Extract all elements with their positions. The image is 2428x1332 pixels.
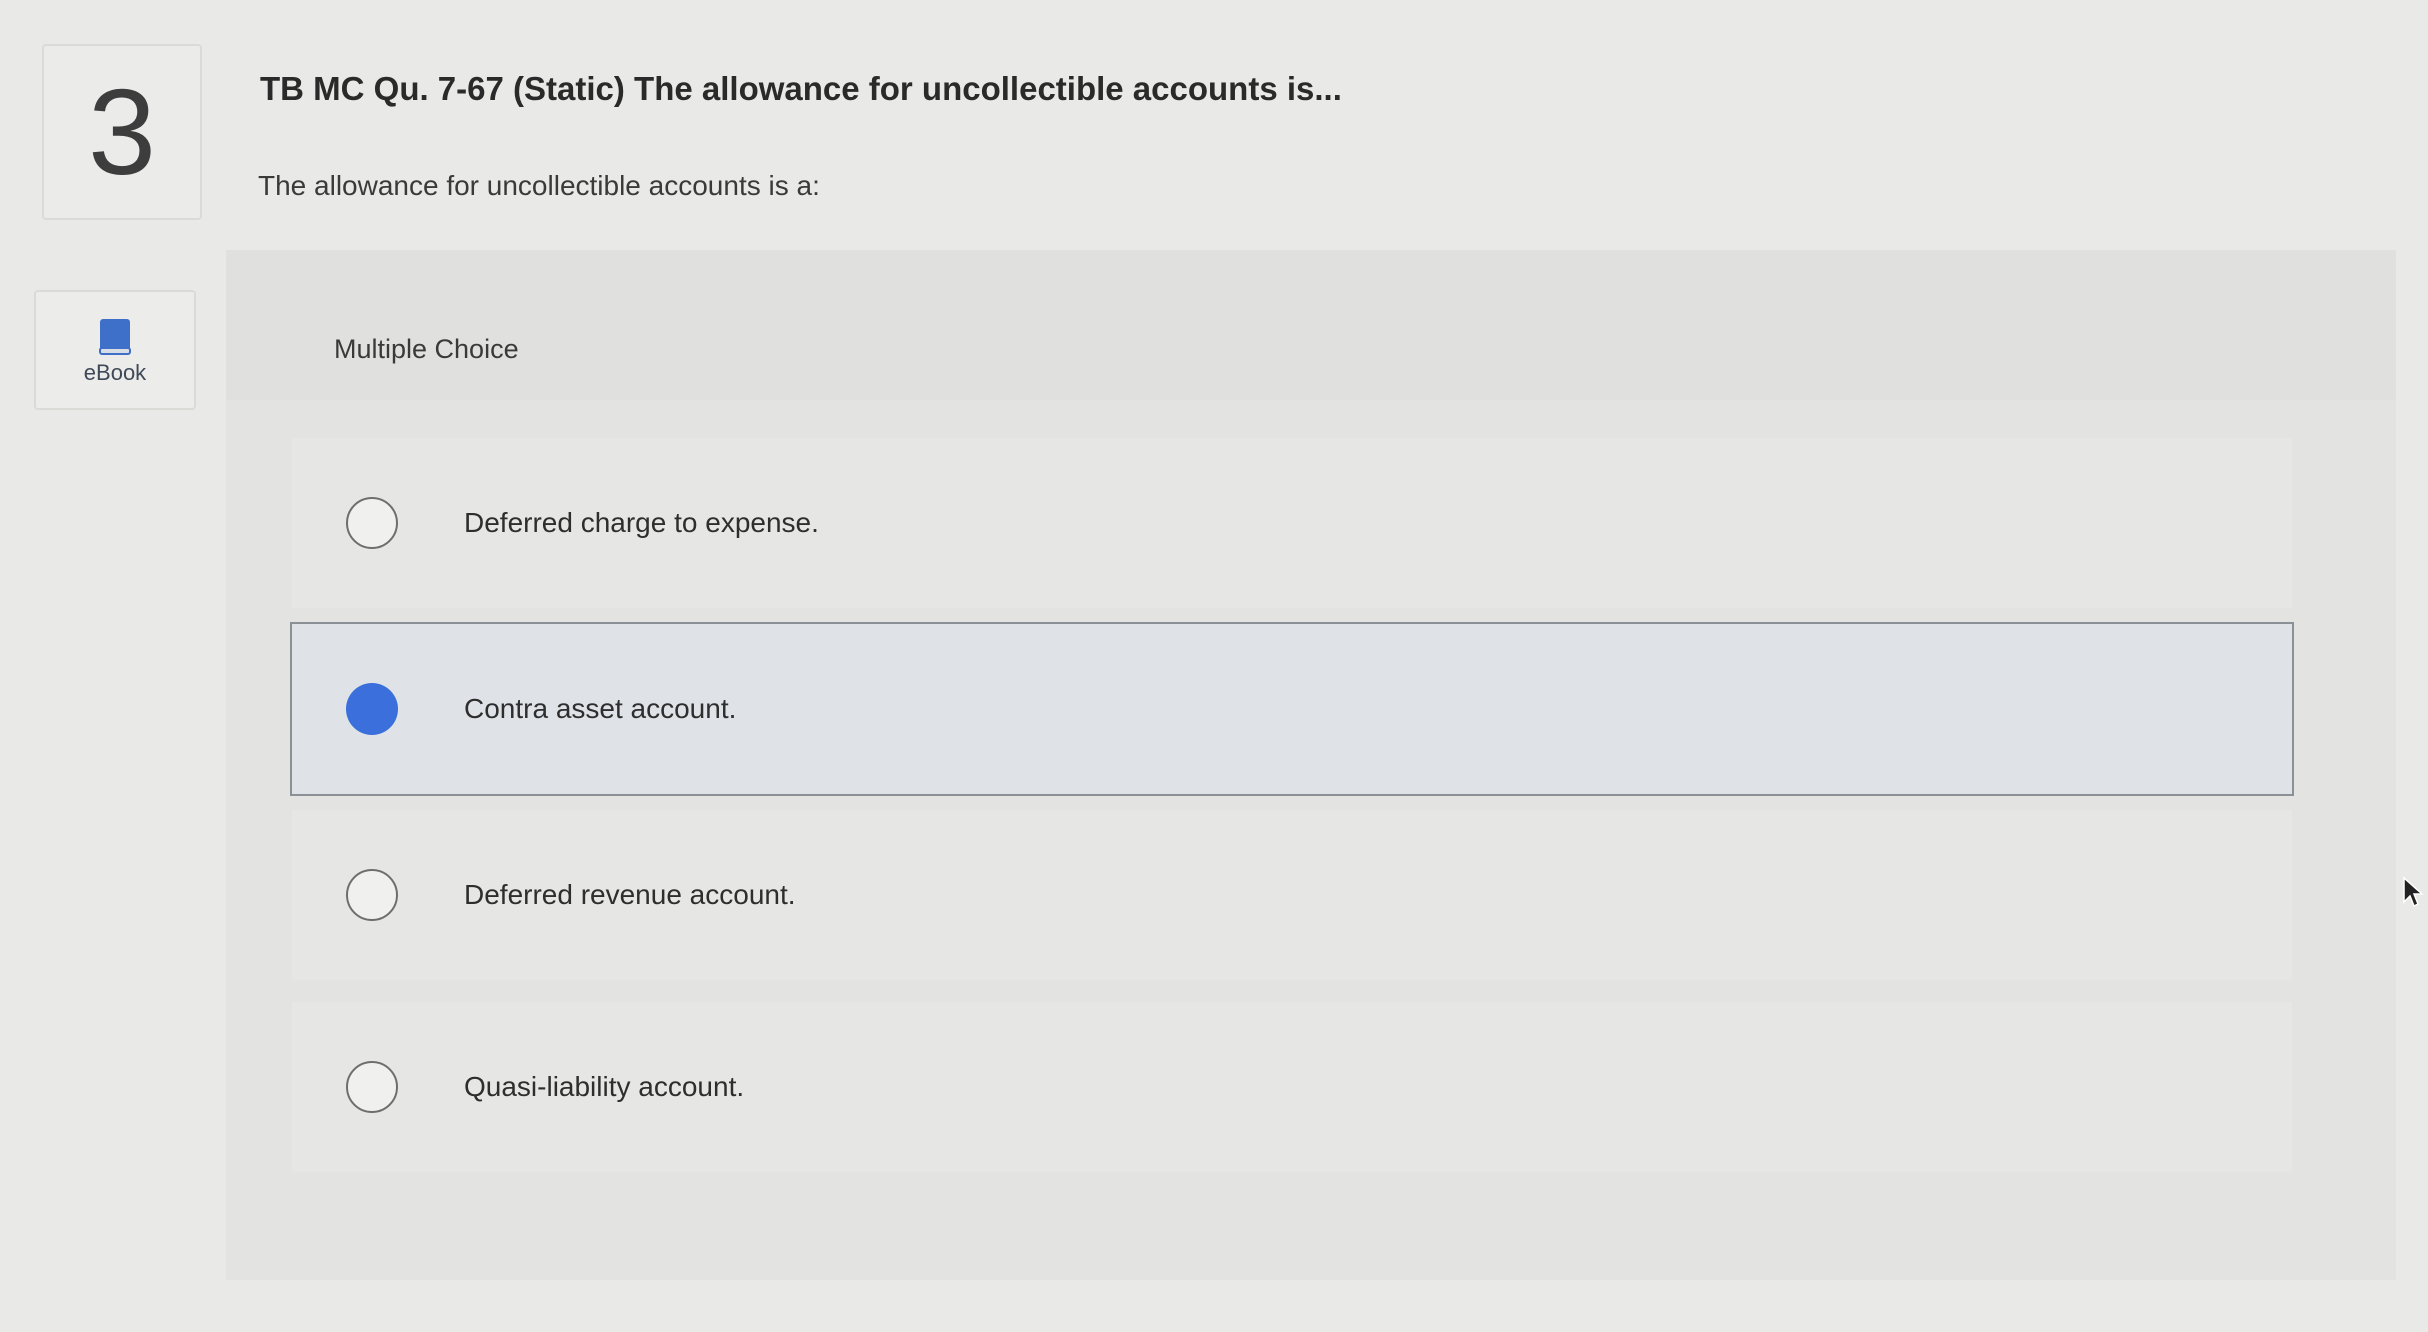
radio-button[interactable]: [346, 497, 398, 549]
question-prompt: The allowance for uncollectible accounts…: [258, 170, 820, 201]
ebook-label: eBook: [83, 360, 147, 385]
option-label: Deferred revenue account.: [464, 879, 796, 910]
multiple-choice-panel: Multiple Choice Deferred charge to expen…: [226, 250, 2396, 1280]
mouse-cursor-icon: [2403, 876, 2424, 908]
book-icon: [99, 319, 131, 355]
option-label: Quasi-liability account.: [464, 1071, 745, 1102]
question-title: TB MC Qu. 7-67 (Static) The allowance fo…: [260, 70, 1342, 107]
option-deferred-charge[interactable]: Deferred charge to expense.: [292, 438, 2292, 608]
option-deferred-revenue[interactable]: Deferred revenue account.: [292, 810, 2292, 980]
question-number: 3: [88, 64, 156, 200]
radio-button[interactable]: [346, 869, 398, 921]
multiple-choice-label: Multiple Choice: [334, 334, 519, 364]
option-contra-asset[interactable]: Contra asset account.: [290, 622, 2294, 796]
ebook-button[interactable]: eBook: [34, 290, 196, 410]
question-number-box: 3: [42, 44, 202, 220]
option-label: Contra asset account.: [464, 693, 737, 724]
option-quasi-liability[interactable]: Quasi-liability account.: [292, 1002, 2292, 1172]
option-label: Deferred charge to expense.: [464, 507, 819, 538]
radio-button[interactable]: [346, 1061, 398, 1113]
multiple-choice-header: Multiple Choice: [226, 250, 2396, 400]
radio-button-selected[interactable]: [346, 683, 398, 735]
